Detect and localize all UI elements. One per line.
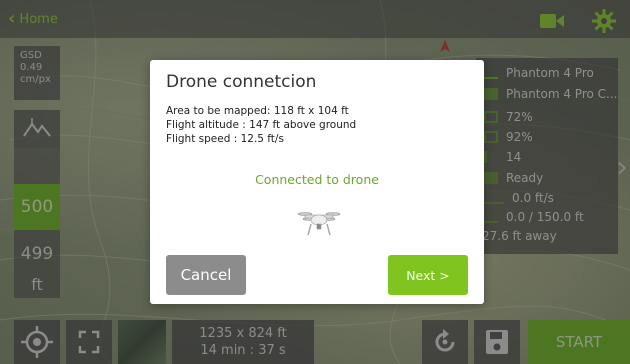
drone-connection-dialog: Drone connetcion Area to be mapped: 118 …: [150, 60, 484, 304]
next-button[interactable]: Next >: [388, 255, 468, 295]
cancel-button[interactable]: Cancel: [166, 255, 246, 295]
flight-speed: Flight speed : 12.5 ft/s: [166, 133, 284, 145]
dialog-title: Drone connetcion: [166, 72, 317, 92]
flight-altitude: Flight altitude : 147 ft above ground: [166, 119, 357, 131]
connection-status: Connected to drone: [255, 172, 379, 187]
area-to-map: Area to be mapped: 118 ft x 104 ft: [166, 105, 349, 117]
mission-info: Area to be mapped: 118 ft x 104 ft Fligh…: [166, 104, 356, 146]
drone-icon: [297, 212, 341, 236]
